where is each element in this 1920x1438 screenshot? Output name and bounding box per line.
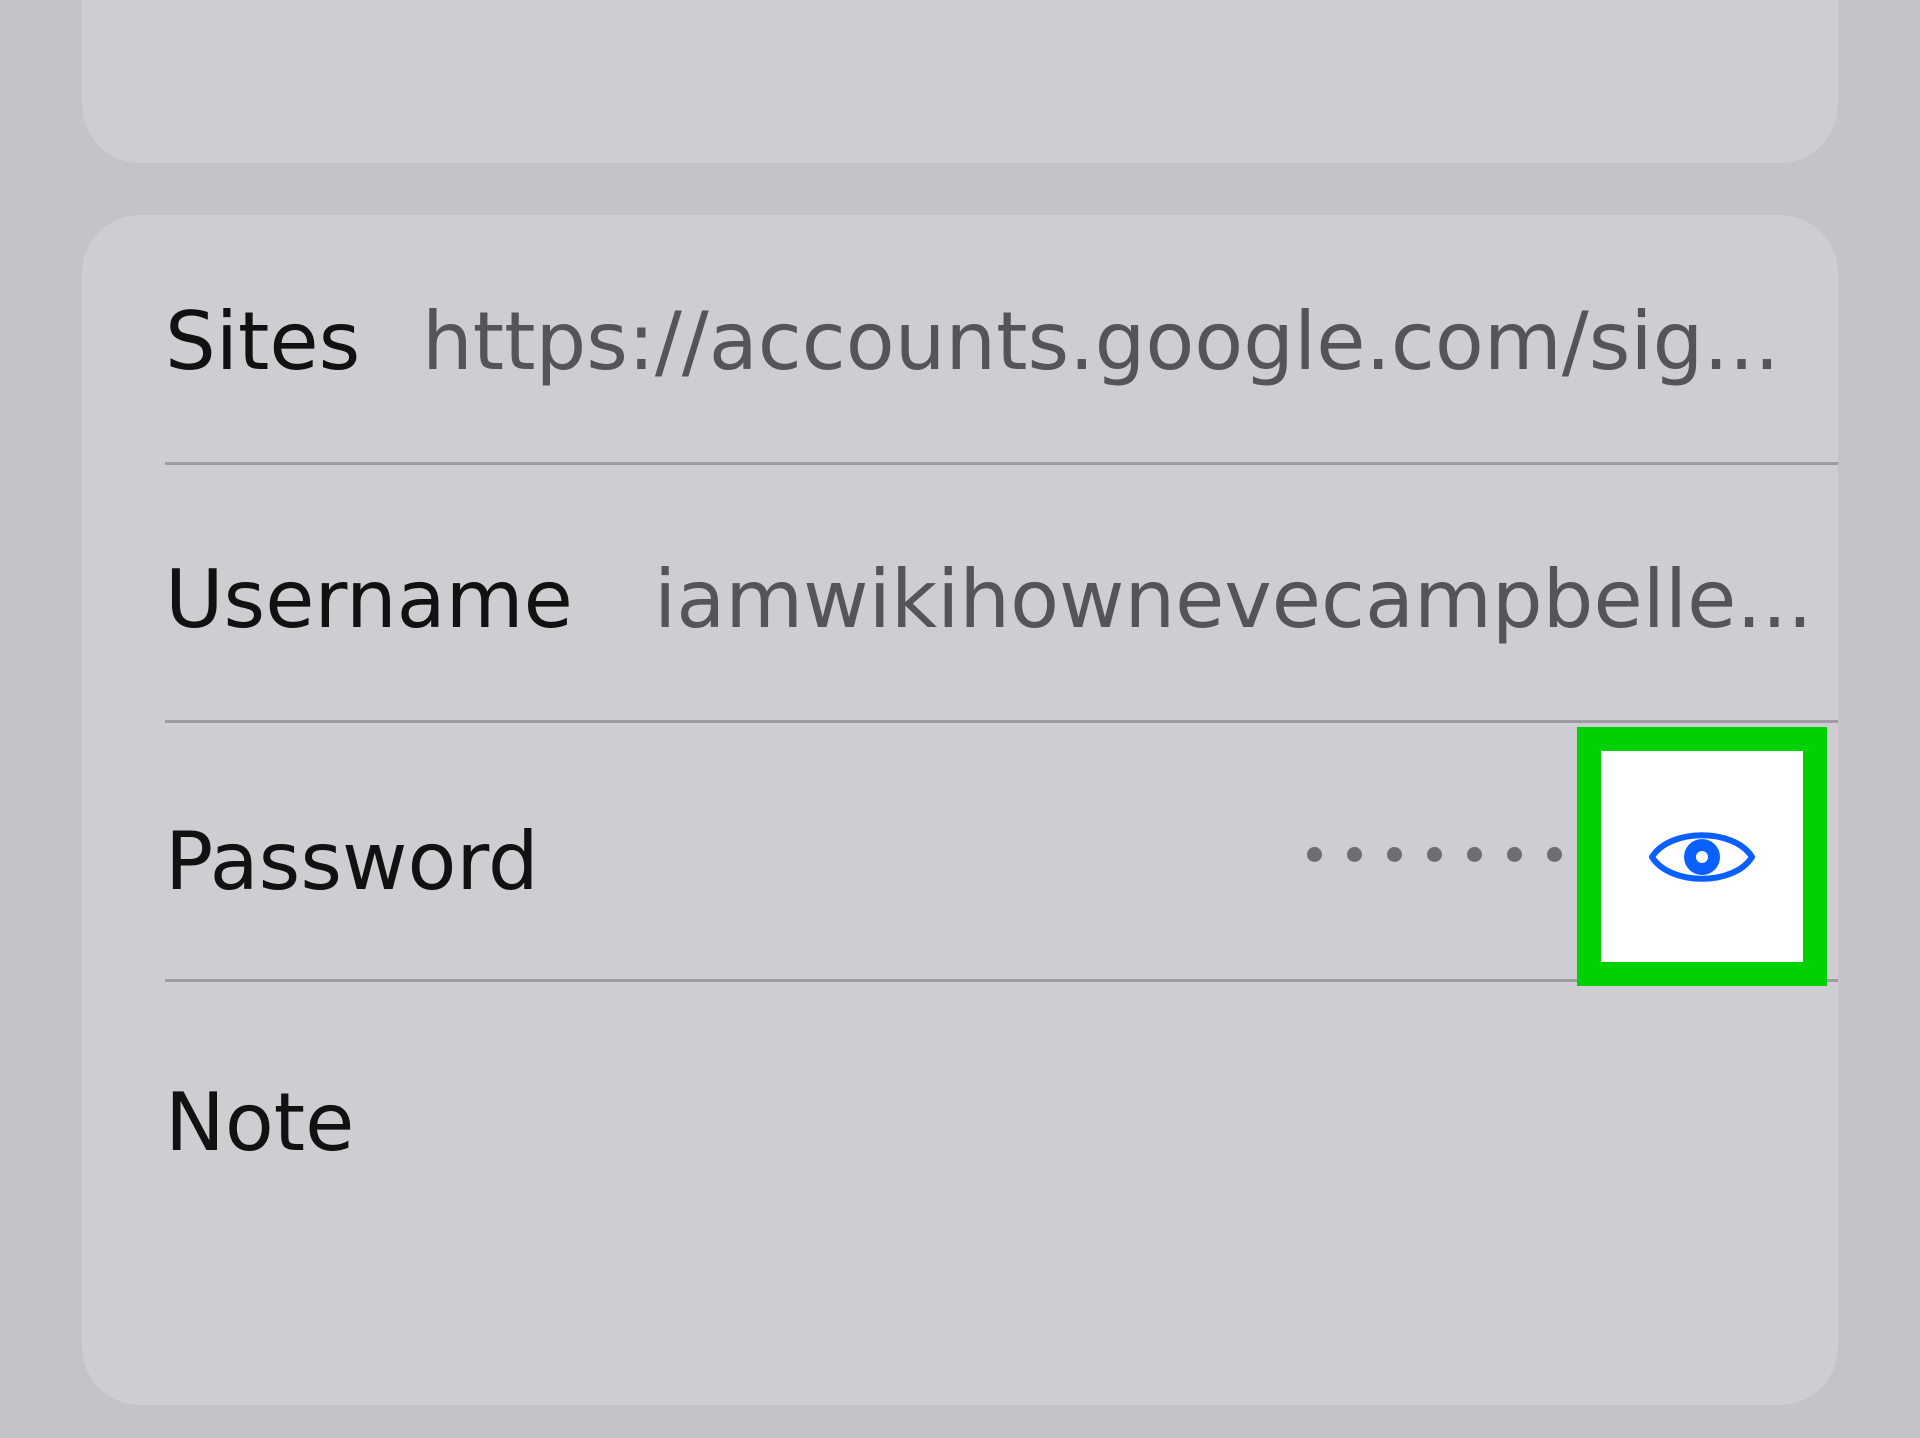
password-dot bbox=[1547, 846, 1562, 862]
password-masked-value bbox=[1307, 824, 1602, 884]
eye-icon[interactable] bbox=[1648, 822, 1756, 892]
sites-label: Sites bbox=[165, 295, 361, 388]
note-row[interactable]: Note bbox=[82, 983, 1838, 1283]
top-card bbox=[82, 0, 1838, 163]
password-dot bbox=[1387, 846, 1402, 862]
password-label: Password bbox=[165, 815, 539, 908]
reveal-password-button[interactable] bbox=[1577, 727, 1827, 986]
credentials-card: Sites https://accounts.google.com/sig...… bbox=[82, 215, 1838, 1405]
password-dot bbox=[1307, 846, 1322, 862]
sites-value[interactable]: https://accounts.google.com/sig... bbox=[422, 302, 1780, 382]
password-dot bbox=[1467, 846, 1482, 862]
sites-row[interactable]: Sites https://accounts.google.com/sig... bbox=[82, 215, 1838, 465]
username-row[interactable]: Username iamwikihownevecampbelle... bbox=[82, 465, 1838, 724]
username-value[interactable]: iamwikihownevecampbelle... bbox=[654, 560, 1813, 640]
username-label: Username bbox=[165, 553, 573, 646]
password-row[interactable]: Password bbox=[82, 724, 1838, 983]
password-dot bbox=[1427, 846, 1442, 862]
note-label: Note bbox=[165, 1076, 355, 1169]
password-dot bbox=[1507, 846, 1522, 862]
divider bbox=[165, 720, 1838, 723]
password-dot bbox=[1347, 846, 1362, 862]
